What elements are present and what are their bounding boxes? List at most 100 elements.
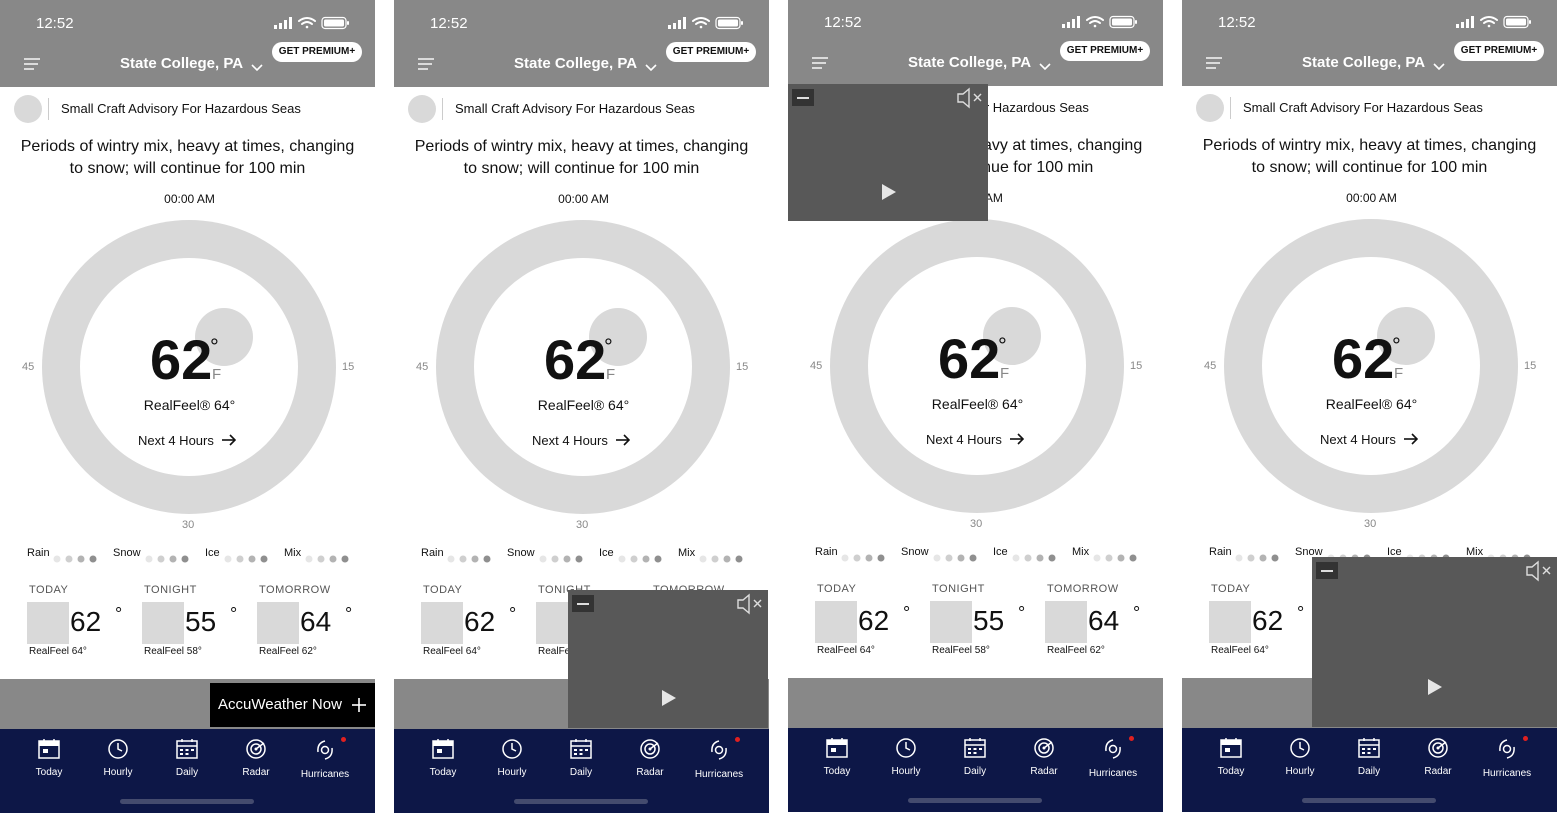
forecast-day-label: TODAY <box>423 584 463 596</box>
radar-icon <box>1407 738 1469 763</box>
next-hours-link[interactable]: Next 4 Hours <box>1320 431 1419 449</box>
get-premium-button[interactable]: GET PREMIUM+ <box>666 42 756 62</box>
snow-dots-icon <box>539 550 585 568</box>
minimize-button[interactable] <box>572 595 594 612</box>
tab-today[interactable]: Today <box>412 739 474 779</box>
forecast-card-tomorrow[interactable]: TOMORROW 64 ° RealFeel 62° <box>1045 583 1155 663</box>
chevron-down-icon[interactable] <box>251 59 263 77</box>
degree-symbol: ° <box>210 334 219 359</box>
tab-hourly[interactable]: Hourly <box>481 739 543 779</box>
mix-dots-icon <box>1093 549 1139 567</box>
forecast-card-today[interactable]: TODAY 62 ° RealFeel 64° <box>1209 583 1319 663</box>
divider <box>48 98 49 120</box>
calendar-grid-icon <box>156 739 218 764</box>
tab-radar[interactable]: Radar <box>619 739 681 779</box>
accuweather-now-button[interactable]: AccuWeather Now <box>210 683 375 727</box>
accuweather-now-label: AccuWeather Now <box>218 696 342 713</box>
menu-icon[interactable] <box>812 56 828 75</box>
tab-radar[interactable]: Radar <box>1407 738 1469 778</box>
forecast-realfeel: RealFeel 62° <box>259 646 317 657</box>
dial-label-45: 45 <box>22 361 35 373</box>
forecast-card-today[interactable]: TODAY 62 ° RealFeel 64° <box>815 583 925 663</box>
tab-radar[interactable]: Radar <box>225 739 287 779</box>
mute-icon[interactable] <box>1525 560 1553 587</box>
get-premium-button[interactable]: GET PREMIUM+ <box>1060 41 1150 61</box>
play-icon[interactable] <box>1427 678 1443 701</box>
minimize-button[interactable] <box>792 89 814 106</box>
realfeel-label: RealFeel® <box>931 396 999 412</box>
tab-radar[interactable]: Radar <box>1013 738 1075 778</box>
ice-dots-icon <box>224 550 270 568</box>
summary-line: Periods of wintry mix, heavy at times, c… <box>20 138 355 155</box>
tab-today[interactable]: Today <box>806 738 868 778</box>
video-player[interactable] <box>788 84 988 221</box>
tab-today[interactable]: Today <box>1200 738 1262 778</box>
forecast-card-tonight[interactable]: TONIGHT 55 ° RealFeel 58° <box>142 584 252 664</box>
location-title[interactable]: State College, PA <box>908 54 1031 71</box>
forecast-day-label: TOMORROW <box>1047 583 1119 595</box>
next-hours-label: Next 4 Hours <box>926 432 1002 447</box>
tab-hurricanes[interactable]: Hurricanes <box>688 739 750 780</box>
location-title[interactable]: State College, PA <box>120 55 243 72</box>
tab-daily[interactable]: Daily <box>156 739 218 779</box>
mute-icon[interactable] <box>736 593 764 620</box>
mute-icon[interactable] <box>956 87 984 114</box>
tab-daily[interactable]: Daily <box>550 739 612 779</box>
forecast-temp: 55 <box>185 606 217 637</box>
tab-hurricanes[interactable]: Hurricanes <box>1082 738 1144 779</box>
tab-hourly[interactable]: Hourly <box>87 739 149 779</box>
wifi-icon <box>1480 16 1498 28</box>
forecast-card-today[interactable]: TODAY 62 ° RealFeel 64° <box>421 584 531 664</box>
get-premium-button[interactable]: GET PREMIUM+ <box>272 42 362 62</box>
rain-dots-icon <box>447 550 493 568</box>
play-icon[interactable] <box>881 183 897 206</box>
home-indicator <box>120 799 254 804</box>
menu-icon[interactable] <box>418 57 434 76</box>
forecast-card-tonight[interactable]: TONIGHT 55 ° RealFeel 58° <box>930 583 1040 663</box>
radar-icon <box>225 739 287 764</box>
advisory-icon <box>408 95 436 123</box>
realfeel: RealFeel® 64° <box>394 397 769 413</box>
chevron-down-icon[interactable] <box>1039 58 1051 76</box>
forecast-card-today[interactable]: TODAY 62 ° RealFeel 64° <box>27 584 137 664</box>
dial-time: 00:00 AM <box>164 192 215 206</box>
plus-icon <box>352 698 366 717</box>
forecast-day-label: TOMORROW <box>259 584 331 596</box>
tab-hurricanes[interactable]: Hurricanes <box>1476 738 1538 779</box>
next-hours-link[interactable]: Next 4 Hours <box>926 431 1025 449</box>
get-premium-button[interactable]: GET PREMIUM+ <box>1454 41 1544 61</box>
clock-icon <box>481 739 543 764</box>
minimize-button[interactable] <box>1316 562 1338 579</box>
tab-today[interactable]: Today <box>18 739 80 779</box>
next-hours-link[interactable]: Next 4 Hours <box>532 432 631 450</box>
legend-rain: Rain <box>421 547 444 559</box>
dial-label-15: 15 <box>736 361 749 373</box>
forecast-card-tomorrow[interactable]: TOMORROW 64 ° RealFeel 62° <box>257 584 367 664</box>
snow-dots-icon <box>933 549 979 567</box>
tab-daily[interactable]: Daily <box>1338 738 1400 778</box>
forecast-degree: ° <box>1018 603 1026 623</box>
next-hours-label: Next 4 Hours <box>532 433 608 448</box>
chevron-down-icon[interactable] <box>1433 58 1445 76</box>
forecast-realfeel: RealFeel 62° <box>1047 645 1105 656</box>
chevron-down-icon[interactable] <box>645 59 657 77</box>
ad-banner[interactable] <box>788 678 1163 728</box>
tab-hourly[interactable]: Hourly <box>875 738 937 778</box>
notification-badge <box>341 737 346 742</box>
advisory-text: Small Craft Advisory For Hazardous Seas <box>61 101 301 116</box>
tab-daily[interactable]: Daily <box>944 738 1006 778</box>
location-title[interactable]: State College, PA <box>1302 54 1425 71</box>
divider <box>1230 97 1231 119</box>
video-player[interactable] <box>568 590 768 728</box>
menu-icon[interactable] <box>24 57 40 76</box>
play-icon[interactable] <box>661 689 677 712</box>
realfeel: RealFeel® 64° <box>0 397 375 413</box>
location-title[interactable]: State College, PA <box>514 55 637 72</box>
tab-hourly[interactable]: Hourly <box>1269 738 1331 778</box>
video-player[interactable] <box>1312 557 1557 727</box>
tab-hurricanes[interactable]: Hurricanes <box>294 739 356 780</box>
wifi-icon <box>692 17 710 29</box>
menu-icon[interactable] <box>1206 56 1222 75</box>
dial-label-15: 15 <box>1524 360 1537 372</box>
next-hours-link[interactable]: Next 4 Hours <box>138 432 237 450</box>
